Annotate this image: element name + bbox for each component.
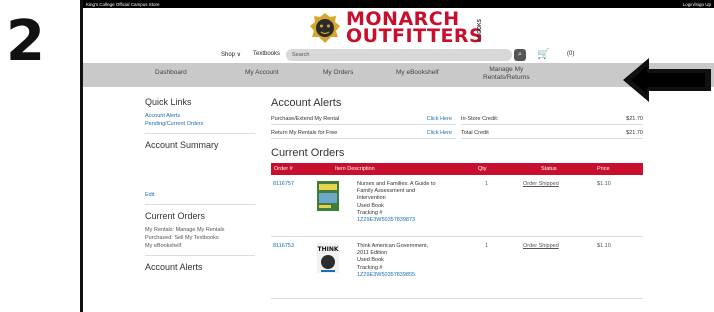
order-status-link[interactable]: Order Shipped (523, 243, 559, 249)
current-orders-heading: Current Orders (271, 147, 345, 159)
col-order-number: Order # (274, 166, 293, 172)
quick-link-orders[interactable]: Pending/Current Orders (145, 120, 255, 128)
edit-link[interactable]: Edit (145, 191, 255, 199)
brand-line-2: OUTFITTERS (346, 25, 484, 48)
desc-line: Think American Government, (357, 243, 429, 249)
lion-crest-icon (310, 13, 340, 44)
book-cover-image[interactable] (317, 181, 339, 211)
browser-frame: King's College Official Campus Store Log… (80, 0, 714, 312)
account-alerts-title: Account Alerts (145, 262, 203, 272)
credit-cell: In-Store Credit: $21.70 (461, 113, 643, 125)
order-status-link[interactable]: Order Shipped (523, 181, 559, 187)
alert-cell: Return My Rentals for Free Click Here (271, 127, 456, 139)
pointer-arrow-icon (623, 58, 711, 102)
divider (145, 204, 255, 205)
alert-label: Return My Rentals for Free (271, 130, 338, 136)
desc-line: Nurses and Families: A Guide to (357, 181, 436, 187)
orders-table-header: Order # Item Description Qty Status Pric… (271, 163, 643, 175)
nav-dashboard[interactable]: Dashboard (155, 69, 187, 76)
nav-manage-rentals-line1: Manage My (489, 66, 524, 73)
credit-value: $21.70 (626, 116, 643, 122)
desc-line: Used Book (357, 202, 384, 209)
cart-icon[interactable]: 🛒 (537, 49, 549, 61)
order-price: $1.10 (597, 243, 611, 249)
alert-click-here-link[interactable]: Click Here (427, 116, 452, 122)
alert-click-here-link[interactable]: Click Here (427, 130, 452, 136)
desc-line: Used Book (357, 257, 384, 264)
nav-my-ebookshelf[interactable]: My eBookshelf (396, 69, 439, 76)
nav-row: Shop ∨ Textbooks Search ⌕ 🛒 (0) (83, 49, 714, 61)
book-cover-image[interactable]: THINK (317, 243, 339, 273)
main-content: Account Alerts Purchase/Extend My Rental… (271, 97, 643, 299)
nav-manage-rentals-line2: Rentals/Returns (483, 74, 530, 81)
alert-label: Purchase/Extend My Rental (271, 116, 340, 122)
step-number: 2 (6, 9, 45, 74)
account-alerts-heading: Account Alerts (271, 97, 342, 109)
textbooks-link[interactable]: Textbooks (253, 51, 280, 57)
top-bar: King's College Official Campus Store Log… (83, 0, 714, 8)
account-alerts-table: Purchase/Extend My Rental Click Here In-… (271, 113, 643, 140)
store-name: King's College Official Campus Store (86, 1, 160, 7)
credit-cell: Total Credit $21.70 (461, 127, 643, 139)
col-price: Price (597, 166, 610, 172)
order-qty: 1 (485, 181, 489, 187)
desc-line: Intervention (357, 195, 386, 202)
desc-line: Tracking # (357, 264, 383, 271)
credit-label: Total Credit (461, 130, 489, 136)
nav-my-orders[interactable]: My Orders (323, 69, 353, 76)
credit-label: In-Store Credit: (461, 116, 499, 122)
search-icon[interactable]: ⌕ (514, 49, 526, 61)
divider (145, 255, 255, 256)
rentals-line[interactable]: My Rentals: Manage My Rentals (145, 226, 255, 234)
quick-link-account-alerts[interactable]: Account Alerts (145, 112, 255, 120)
cart-count[interactable]: (0) (567, 51, 574, 57)
tracking-link[interactable]: 1Z29E3W50357839855 (357, 272, 467, 279)
sidebar: Quick Links Account Alerts Pending/Curre… (145, 97, 255, 277)
tracking-link[interactable]: 1Z29E3W50357839873 (357, 217, 467, 224)
item-description: Nurses and Families: A Guide to Family A… (357, 181, 467, 224)
login-signup-link[interactable]: Login/Sign Up (683, 2, 711, 7)
account-summary-body (145, 155, 255, 191)
table-row: 8116753 THINK Think American Government,… (271, 237, 643, 299)
col-status: Status (541, 166, 557, 172)
brand-logo[interactable]: MONARCH OUTFITTERS & BOOKS (309, 9, 484, 48)
desc-line: 2011 Edition (357, 250, 388, 257)
item-description: Think American Government, 2011 Edition … (357, 243, 467, 279)
brand-text: MONARCH OUTFITTERS (346, 9, 484, 48)
alert-row: Purchase/Extend My Rental Click Here In-… (271, 113, 643, 125)
svg-text:THINK: THINK (317, 246, 338, 253)
quick-links-title: Quick Links (145, 97, 192, 107)
brand-books: & BOOKS (477, 19, 483, 43)
shop-menu[interactable]: Shop ∨ (221, 51, 241, 58)
purchased-line[interactable]: Purchased: Sell My Textbooks (145, 234, 255, 242)
account-nav-bar: Dashboard My Account My Orders My eBooks… (83, 63, 714, 87)
search-input[interactable]: Search (286, 49, 512, 61)
ebookshelf-line[interactable]: My eBookshelf (145, 242, 255, 250)
order-price: $1.10 (597, 181, 611, 187)
col-qty: Qty (478, 166, 487, 172)
order-qty: 1 (485, 243, 489, 249)
alert-row: Return My Rentals for Free Click Here To… (271, 127, 643, 139)
nav-manage-rentals[interactable]: Manage My Rentals/Returns (483, 66, 530, 82)
alert-cell: Purchase/Extend My Rental Click Here (271, 113, 456, 125)
nav-my-account[interactable]: My Account (245, 69, 279, 76)
desc-line: Tracking # (357, 209, 383, 216)
col-item-description: Item Description (335, 166, 375, 172)
table-row: 8116757 Nurses and Families: A Guide to … (271, 175, 643, 237)
divider (145, 133, 255, 134)
account-summary-title: Account Summary (145, 140, 219, 150)
current-orders-title: Current Orders (145, 211, 206, 221)
credit-value: $21.70 (626, 130, 643, 136)
order-number-link[interactable]: 8116757 (273, 181, 294, 187)
order-number-link[interactable]: 8116753 (273, 243, 294, 249)
desc-line: Family Assessment and (357, 188, 416, 195)
